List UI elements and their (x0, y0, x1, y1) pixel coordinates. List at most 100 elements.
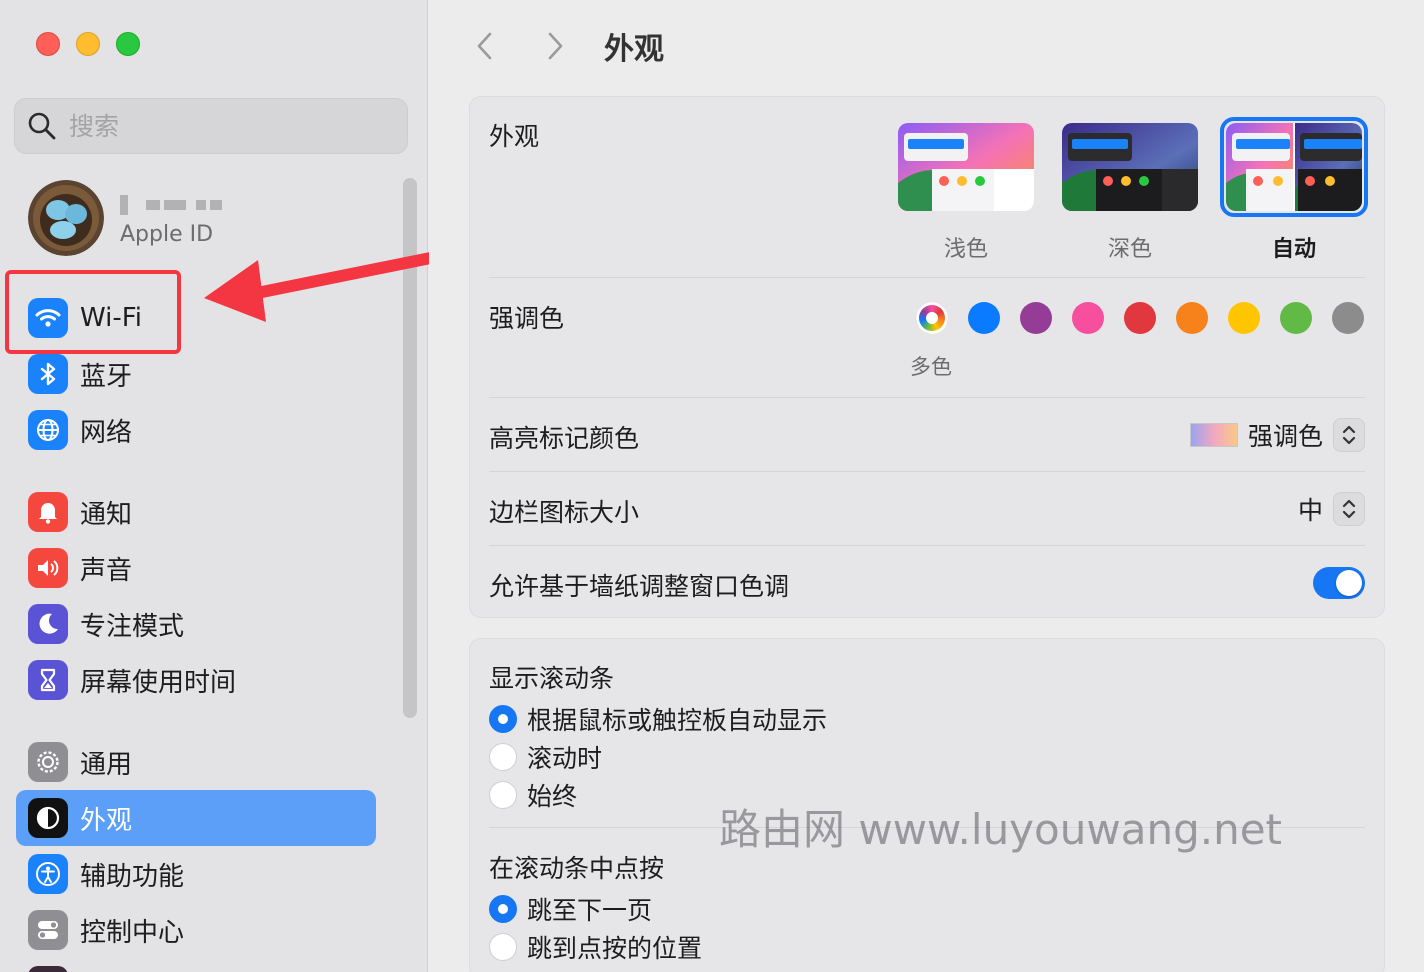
highlight-color-label: 高亮标记颜色 (489, 424, 640, 453)
moon-icon (28, 604, 68, 644)
sidebar-item-general[interactable]: 通用 (16, 734, 376, 790)
radio-label: 跳至下一页 (527, 896, 653, 925)
sidebar-item-label: 网络 (80, 417, 133, 448)
divider (489, 545, 1365, 546)
accent-swatch-purple[interactable] (1020, 302, 1052, 334)
sidebar-item-sound[interactable]: 声音 (16, 540, 376, 596)
scrollbar-option-auto[interactable]: 根据鼠标或触控板自动显示 (489, 701, 827, 737)
appearance-auto-label: 自动 (1271, 237, 1316, 262)
highlight-color-value: 强调色 (1247, 422, 1323, 451)
accent-swatch-yellow[interactable] (1228, 302, 1260, 334)
sidebar-item-label: 蓝牙 (80, 361, 133, 392)
click-scrollbar-label: 在滚动条中点按 (489, 854, 665, 883)
sidebar-item-label: 通用 (80, 749, 133, 780)
accent-swatch-graphite[interactable] (1332, 302, 1364, 334)
wallpaper-tint-label: 允许基于墙纸调整窗口色调 (489, 572, 790, 601)
accent-swatch-green[interactable] (1280, 302, 1312, 334)
apple-id-profile[interactable]: Apple ID (28, 180, 222, 256)
show-scrollbars-label: 显示滚动条 (489, 664, 615, 693)
sidebar-item-label: 外观 (80, 805, 133, 836)
globe-icon (28, 410, 68, 450)
divider (489, 277, 1365, 278)
accent-swatch-orange[interactable] (1176, 302, 1208, 334)
divider (489, 397, 1365, 398)
search-input[interactable] (69, 111, 389, 141)
sidebar-item-next-partial[interactable] (16, 958, 376, 972)
bluetooth-icon (28, 354, 68, 394)
appearance-dark-label: 深色 (1107, 237, 1152, 262)
accent-swatch-blue[interactable] (968, 302, 1000, 334)
sidebar-icon-size-popup[interactable]: 中 (1298, 491, 1365, 527)
appearance-light-label: 浅色 (943, 237, 988, 262)
profile-name-redacted (120, 190, 222, 220)
minimize-window-button[interactable] (76, 32, 100, 56)
page-title: 外观 (604, 32, 664, 67)
speaker-icon (28, 548, 68, 588)
sidebar-item-label: 屏幕使用时间 (80, 667, 237, 698)
close-window-button[interactable] (36, 32, 60, 56)
hourglass-icon (28, 660, 68, 700)
radio-label: 跳到点按的位置 (527, 934, 703, 963)
click-option-next-page[interactable]: 跳至下一页 (489, 891, 652, 927)
radio-button[interactable] (489, 895, 517, 923)
radio-label: 根据鼠标或触控板自动显示 (527, 706, 828, 735)
sidebar-item-label: 通知 (80, 499, 133, 530)
toggles-icon (28, 910, 68, 950)
sidebar-item-label: 声音 (80, 555, 133, 586)
wallpaper-tint-toggle[interactable] (1313, 567, 1365, 599)
radio-button[interactable] (489, 781, 517, 809)
bell-icon (28, 492, 68, 532)
sidebar-item-notifications[interactable]: 通知 (16, 484, 376, 540)
chevron-updown-icon (1342, 425, 1356, 445)
appearance-label: 外观 (489, 122, 540, 151)
click-option-jump-to-spot[interactable]: 跳到点按的位置 (489, 929, 702, 965)
sidebar-item-network[interactable]: 网络 (16, 402, 376, 458)
gear-icon (28, 742, 68, 782)
sidebar-item-focus[interactable]: 专注模式 (16, 596, 376, 652)
sidebar-item-bluetooth[interactable]: 蓝牙 (16, 346, 376, 402)
accent-color-label: 强调色 (489, 304, 565, 333)
scrollbar-option-always[interactable]: 始终 (489, 777, 577, 813)
sidebar-item-label: 辅助功能 (80, 861, 185, 892)
annotation-highlight-box (5, 270, 181, 354)
back-button[interactable] (465, 26, 505, 66)
appearance-dark-option[interactable] (1062, 123, 1198, 211)
popup-stepper (1333, 418, 1365, 452)
main-pane: 外观 外观 浅色 深色 自动 强调色 多色 高亮标记颜色 强调色 边栏图标大小 … (429, 0, 1424, 972)
radio-label: 滚动时 (527, 744, 603, 773)
chevron-updown-icon (1342, 499, 1356, 519)
sidebar-item-screen-time[interactable]: 屏幕使用时间 (16, 652, 376, 708)
sidebar: Apple ID Wi-Fi 蓝牙 网络 通知 声音 专 (0, 0, 428, 972)
avatar (28, 180, 104, 256)
accent-selected-label: 多色 (910, 355, 952, 379)
sidebar-item-label: 控制中心 (80, 917, 185, 948)
popup-stepper (1333, 492, 1365, 526)
appearance-auto-option[interactable] (1226, 123, 1362, 211)
divider (489, 471, 1365, 472)
radio-button[interactable] (489, 933, 517, 961)
accessibility-icon (28, 854, 68, 894)
chevron-right-icon (548, 32, 563, 60)
search-field[interactable] (14, 98, 408, 154)
accent-swatch-red[interactable] (1124, 302, 1156, 334)
radio-button[interactable] (489, 743, 517, 771)
appearance-icon (28, 798, 68, 838)
sidebar-item-label: 专注模式 (80, 611, 185, 642)
accent-swatch-multicolor[interactable] (916, 302, 948, 334)
appearance-light-option[interactable] (898, 123, 1034, 211)
sidebar-icon-size-label: 边栏图标大小 (489, 498, 640, 527)
accent-swatch-pink[interactable] (1072, 302, 1104, 334)
partial-icon (28, 966, 68, 972)
forward-button[interactable] (535, 26, 575, 66)
watermark: 路由网 www.luyouwang.net (719, 805, 1283, 854)
highlight-color-preview (1189, 423, 1238, 447)
zoom-window-button[interactable] (116, 32, 140, 56)
highlight-color-popup[interactable]: 强调色 (1189, 417, 1365, 453)
sidebar-item-appearance[interactable]: 外观 (16, 790, 376, 846)
sidebar-item-accessibility[interactable]: 辅助功能 (16, 846, 376, 902)
radio-button[interactable] (489, 705, 517, 733)
appearance-settings-card: 外观 浅色 深色 自动 强调色 多色 高亮标记颜色 强调色 边栏图标大小 中 允… (469, 96, 1385, 618)
search-icon (28, 112, 56, 140)
sidebar-item-control-center[interactable]: 控制中心 (16, 902, 376, 958)
scrollbar-option-scrolling[interactable]: 滚动时 (489, 739, 602, 775)
